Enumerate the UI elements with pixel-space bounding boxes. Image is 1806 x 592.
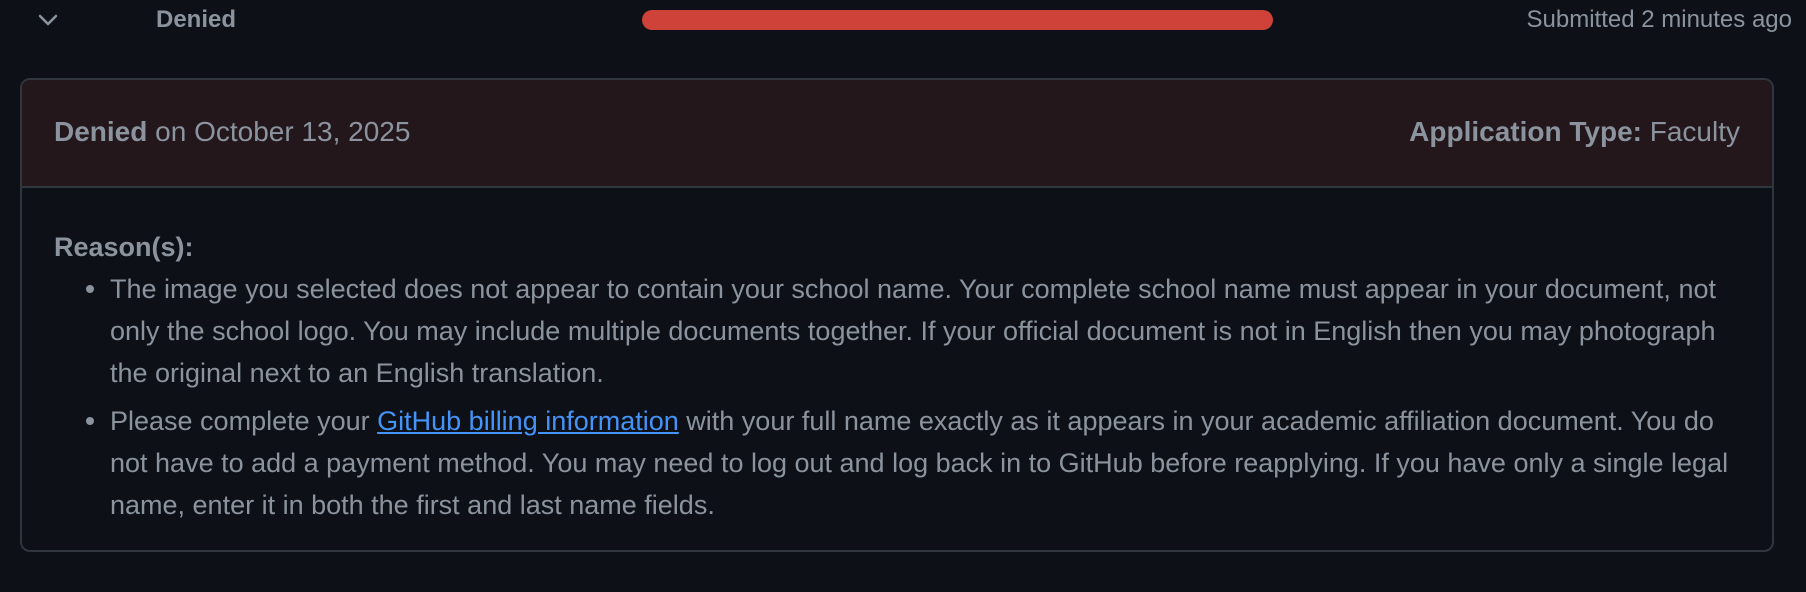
billing-info-link[interactable]: GitHub billing information (377, 406, 679, 436)
denied-date: Denied on October 13, 2025 (54, 116, 410, 148)
submitted-timestamp: Submitted 2 minutes ago (1526, 6, 1793, 33)
application-detail-card: Denied on October 13, 2025 Application T… (20, 78, 1774, 552)
application-status-row: Denied Submitted 2 minutes ago (0, 0, 1806, 42)
reason-item: Please complete your GitHub billing info… (86, 400, 1740, 526)
status-progress-bar (642, 10, 1273, 30)
application-type-label: Application Type: (1409, 116, 1642, 147)
reason-1-text: The image you selected does not appear t… (110, 274, 1716, 388)
denied-date-text: on October 13, 2025 (147, 116, 411, 147)
reason-item: The image you selected does not appear t… (86, 268, 1740, 394)
reasons-list: The image you selected does not appear t… (54, 268, 1740, 526)
card-body: Reason(s): The image you selected does n… (22, 188, 1772, 526)
denied-status-word: Denied (54, 116, 148, 147)
status-label: Denied (156, 6, 237, 33)
chevron-down-icon[interactable] (36, 8, 60, 32)
reasons-title: Reason(s): (54, 232, 194, 262)
application-type-value: Faculty (1641, 116, 1740, 147)
status-progress-fill (642, 10, 1273, 30)
application-type: Application Type: Faculty (1409, 116, 1740, 148)
card-header: Denied on October 13, 2025 Application T… (22, 80, 1772, 188)
reason-2-before: Please complete your (110, 406, 378, 436)
